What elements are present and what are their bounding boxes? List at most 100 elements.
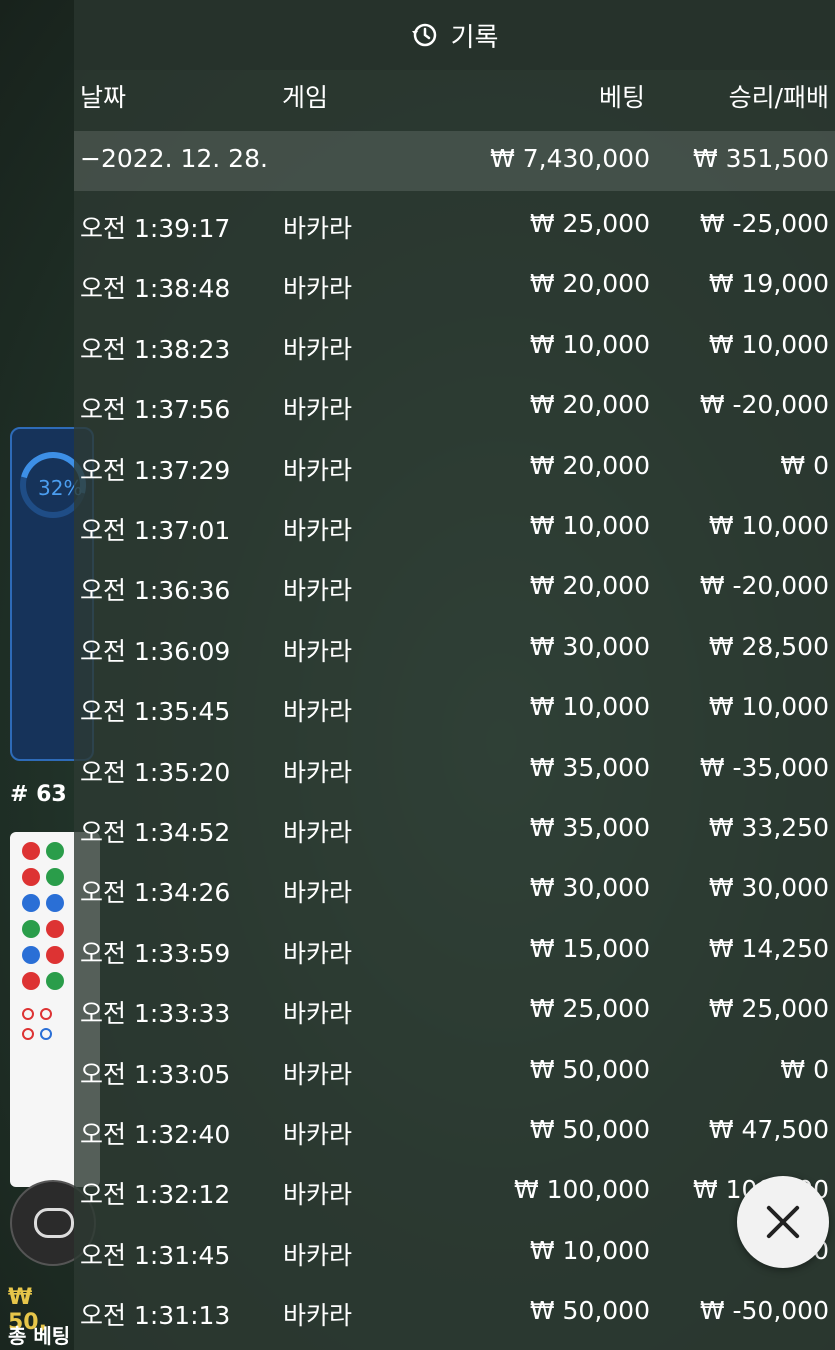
row-bet: ₩ 25,000 bbox=[529, 994, 650, 1023]
row-time: 오전 1:35:45 bbox=[80, 697, 231, 726]
row-game: 바카라 bbox=[283, 637, 353, 666]
banker-bead bbox=[22, 842, 40, 860]
row-bet: ₩ 10,000 bbox=[529, 1236, 650, 1265]
row-game: 바카라 bbox=[283, 1060, 353, 1089]
row-result: ₩ 10,000 bbox=[708, 330, 829, 359]
row-bet: ₩ 30,000 bbox=[529, 632, 650, 661]
row-result: ₩ 10,000 bbox=[708, 511, 829, 540]
row-bet: ₩ 50,000 bbox=[529, 1055, 650, 1084]
row-result: ₩ 47,500 bbox=[708, 1115, 829, 1144]
row-time: 오전 1:35:20 bbox=[80, 758, 231, 787]
banker-bead bbox=[46, 920, 64, 938]
row-game: 바카라 bbox=[283, 395, 353, 424]
row-bet: ₩ 20,000 bbox=[529, 269, 650, 298]
row-result: ₩ 0 bbox=[780, 451, 829, 480]
row-time: 오전 1:32:40 bbox=[80, 1120, 231, 1149]
row-result: ₩ 33,250 bbox=[708, 813, 829, 842]
row-game: 바카라 bbox=[283, 274, 353, 303]
row-time: 오전 1:38:48 bbox=[80, 274, 231, 303]
row-time: 오전 1:33:59 bbox=[80, 939, 231, 968]
column-header-result: 승리/패배 bbox=[728, 83, 829, 112]
row-game: 바카라 bbox=[283, 214, 353, 243]
column-header-bet: 베팅 bbox=[598, 83, 645, 112]
tie-bead bbox=[22, 920, 40, 938]
row-bet: ₩ 35,000 bbox=[529, 753, 650, 782]
date-group-total-result: ₩ 351,500 bbox=[692, 144, 829, 173]
row-bet: ₩ 10,000 bbox=[529, 330, 650, 359]
row-time: 오전 1:31:13 bbox=[80, 1301, 231, 1330]
row-game: 바카라 bbox=[283, 1120, 353, 1149]
row-time: 오전 1:37:56 bbox=[80, 395, 231, 424]
row-time: 오전 1:31:45 bbox=[80, 1241, 231, 1270]
row-game: 바카라 bbox=[283, 576, 353, 605]
row-game: 바카라 bbox=[283, 758, 353, 787]
row-time: 오전 1:36:36 bbox=[80, 576, 231, 605]
row-result: ₩ 19,000 bbox=[708, 269, 829, 298]
row-bet: ₩ 100,000 bbox=[513, 1175, 650, 1204]
row-time: 오전 1:34:52 bbox=[80, 818, 231, 847]
row-time: 오전 1:33:05 bbox=[80, 1060, 231, 1089]
row-bet: ₩ 25,000 bbox=[529, 209, 650, 238]
row-game: 바카라 bbox=[283, 1180, 353, 1209]
row-result: ₩ -50,000 bbox=[699, 1296, 829, 1325]
row-time: 오전 1:37:01 bbox=[80, 516, 231, 545]
tie-bead bbox=[46, 972, 64, 990]
row-time: 오전 1:38:23 bbox=[80, 335, 231, 364]
row-time: 오전 1:36:09 bbox=[80, 637, 231, 666]
row-result: ₩ 0 bbox=[780, 1055, 829, 1084]
date-group-label: −2022. 12. 28. bbox=[80, 144, 268, 173]
player-bead bbox=[22, 946, 40, 964]
history-header: 기록 bbox=[74, 0, 835, 70]
column-header-date: 날짜 bbox=[80, 83, 127, 112]
row-game: 바카라 bbox=[283, 456, 353, 485]
row-result: ₩ 14,250 bbox=[708, 934, 829, 963]
row-game: 바카라 bbox=[283, 878, 353, 907]
row-bet: ₩ 20,000 bbox=[529, 571, 650, 600]
history-icon bbox=[411, 22, 437, 48]
close-button[interactable] bbox=[737, 1176, 829, 1268]
row-game: 바카라 bbox=[283, 818, 353, 847]
row-bet: ₩ 10,000 bbox=[529, 511, 650, 540]
big-road-ring bbox=[22, 1008, 34, 1020]
banker-bead bbox=[22, 972, 40, 990]
row-game: 바카라 bbox=[283, 939, 353, 968]
row-game: 바카라 bbox=[283, 516, 353, 545]
row-result: ₩ -25,000 bbox=[699, 209, 829, 238]
tie-bead bbox=[46, 868, 64, 886]
total-bet-label: 총 베팅 bbox=[8, 1324, 71, 1348]
banker-bead bbox=[46, 946, 64, 964]
row-game: 바카라 bbox=[283, 1301, 353, 1330]
row-game: 바카라 bbox=[283, 1241, 353, 1270]
player-bead bbox=[46, 894, 64, 912]
player-bead bbox=[22, 894, 40, 912]
row-game: 바카라 bbox=[283, 335, 353, 364]
row-game: 바카라 bbox=[283, 697, 353, 726]
row-result: ₩ -20,000 bbox=[699, 571, 829, 600]
row-bet: ₩ 10,000 bbox=[529, 692, 650, 721]
row-bet: ₩ 30,000 bbox=[529, 873, 650, 902]
column-header-game: 게임 bbox=[282, 83, 329, 112]
row-bet: ₩ 50,000 bbox=[529, 1115, 650, 1144]
row-game: 바카라 bbox=[283, 999, 353, 1028]
game-side-panel: 32% # 63 ₩ 50, 총 베팅 bbox=[0, 0, 100, 1350]
row-time: 오전 1:32:12 bbox=[80, 1180, 231, 1209]
row-result: ₩ 10,000 bbox=[708, 692, 829, 721]
date-group-total-bet: ₩ 7,430,000 bbox=[490, 144, 650, 173]
row-time: 오전 1:33:33 bbox=[80, 999, 231, 1028]
row-bet: ₩ 35,000 bbox=[529, 813, 650, 842]
row-bet: ₩ 50,000 bbox=[529, 1296, 650, 1325]
row-result: ₩ -35,000 bbox=[699, 753, 829, 782]
row-result: ₩ 28,500 bbox=[708, 632, 829, 661]
row-time: 오전 1:34:26 bbox=[80, 878, 231, 907]
big-road-ring bbox=[40, 1008, 52, 1020]
round-number: # 63 bbox=[10, 782, 67, 807]
banker-bead bbox=[22, 868, 40, 886]
row-time: 오전 1:39:17 bbox=[80, 214, 231, 243]
row-bet: ₩ 20,000 bbox=[529, 451, 650, 480]
row-time: 오전 1:37:29 bbox=[80, 456, 231, 485]
history-title: 기록 bbox=[450, 22, 499, 53]
row-result: ₩ 25,000 bbox=[708, 994, 829, 1023]
big-road-ring bbox=[40, 1028, 52, 1040]
row-bet: ₩ 15,000 bbox=[529, 934, 650, 963]
tie-bead bbox=[46, 842, 64, 860]
